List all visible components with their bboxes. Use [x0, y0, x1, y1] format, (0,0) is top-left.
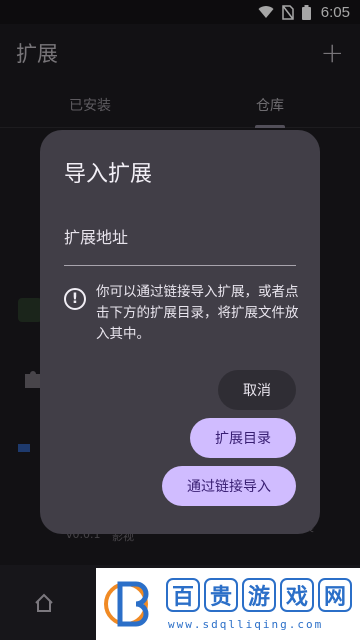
watermark: 百 贵 游 戏 网 www.sdqlliqing.com: [96, 568, 360, 640]
watermark-url: www.sdqlliqing.com: [168, 618, 324, 631]
info-text: 你可以通过链接导入扩展，或者点击下方的扩展目录，将扩展文件放入其中。: [96, 284, 299, 342]
watermark-char: 网: [318, 578, 352, 612]
watermark-char: 百: [166, 578, 200, 612]
import-extension-dialog: 导入扩展 扩展地址 ! 你可以通过链接导入扩展，或者点击下方的扩展目录，将扩展文…: [40, 130, 320, 534]
dialog-title: 导入扩展: [64, 162, 153, 187]
extension-url-field[interactable]: 扩展地址: [64, 218, 296, 266]
info-icon: !: [64, 288, 86, 310]
watermark-char: 贵: [204, 578, 238, 612]
watermark-logo: [100, 574, 156, 630]
watermark-char: 戏: [280, 578, 314, 612]
import-via-link-button[interactable]: 通过链接导入: [162, 466, 296, 506]
info-message: ! 你可以通过链接导入扩展，或者点击下方的扩展目录，将扩展文件放入其中。: [64, 282, 300, 345]
extension-catalog-button[interactable]: 扩展目录: [190, 418, 296, 458]
watermark-chars: 百 贵 游 戏 网: [166, 578, 352, 612]
cancel-button[interactable]: 取消: [218, 370, 296, 410]
extension-url-label: 扩展地址: [64, 228, 129, 247]
watermark-char: 游: [242, 578, 276, 612]
